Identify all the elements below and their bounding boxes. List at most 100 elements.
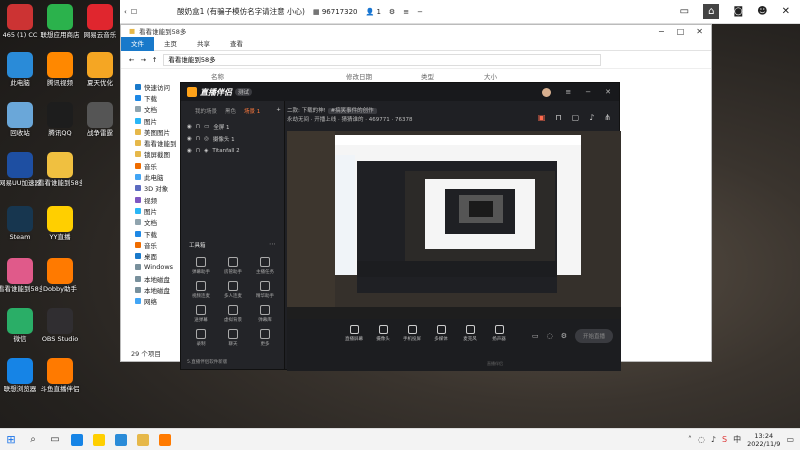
notification-icon[interactable]: ▭ [786,435,794,444]
toolbox-item[interactable]: 录制 [185,329,217,347]
window-close-icon[interactable]: ✕ [696,27,703,36]
toolbox-item[interactable]: 更多 [249,329,281,347]
screenshot-icon[interactable]: ▢ [572,113,580,122]
sidebar-item[interactable]: Windows [135,262,181,273]
address-bar[interactable]: 看看谁能到58多 [163,53,601,66]
close-icon[interactable]: ✕ [782,6,790,17]
search-icon[interactable]: ⌕ [22,429,44,450]
close-icon[interactable]: ✕ [605,88,611,97]
volume-icon[interactable]: ♪ [711,435,716,444]
eye-icon[interactable]: ◉ [187,124,192,130]
avatar[interactable] [542,87,552,97]
user-icon[interactable]: ☻ [757,6,767,17]
back-icon[interactable]: ‹ [124,8,127,16]
toolbox-item[interactable]: 视频连麦 [185,281,217,299]
nav-forward-icon[interactable]: → [140,56,145,64]
record-icon[interactable]: ▭ [532,332,539,340]
input-method-icon[interactable]: S [722,435,727,444]
start-live-button[interactable]: 开始直播 [574,329,613,343]
toolbox-item[interactable]: 主播任务 [249,257,281,275]
control-button[interactable]: 手机投屏 [401,325,423,342]
tab-view[interactable]: 查看 [220,37,253,51]
toolbox-more-icon[interactable]: ⋯ [269,240,276,248]
task-view-icon[interactable]: ▭ [44,429,66,450]
tab-file[interactable]: 文件 [121,36,154,51]
desktop-shortcut[interactable]: 465 (1) CC [0,4,42,39]
clock[interactable]: 13:24 2022/11/9 [747,432,780,448]
desktop-shortcut[interactable]: 微信 [0,308,42,343]
gift-icon[interactable]: ▣ [538,113,546,122]
list-icon[interactable]: ≡ [403,8,409,16]
settings-icon[interactable]: ⚙ [389,8,395,16]
sidebar-item[interactable]: 图片 [135,115,181,126]
control-button[interactable]: 直播屏幕 [343,325,365,342]
tab-my-scenes[interactable]: 我的场景 [195,107,217,115]
eye-icon[interactable]: ◉ [187,148,192,154]
control-button[interactable]: 麦克风 [459,325,481,342]
lock-icon[interactable]: ⊓ [196,136,200,142]
sidebar-item[interactable]: 看看谁能到 [135,137,181,148]
toolbox-item[interactable]: 聊天 [217,329,249,347]
stream-tag[interactable]: #搞笑事件的创作 [327,108,377,114]
sidebar-item[interactable]: 文档 [135,217,181,228]
sidebar-item[interactable]: 3D 对象 [135,183,181,194]
ime-icon[interactable]: 中 [733,434,741,445]
taskbar-yy[interactable] [88,429,110,450]
taskbar-app[interactable] [110,429,132,450]
start-button[interactable]: ⊞ [0,429,22,450]
toolbox-item[interactable]: 弹幕助手 [185,257,217,275]
network-icon[interactable]: ◌ [547,332,553,340]
bell-icon[interactable]: ♪ [589,113,594,122]
home-icon[interactable]: ⌂ [703,4,720,19]
sidebar-item[interactable]: 下载 [135,228,181,239]
monitor-icon[interactable]: ▭ [680,6,689,17]
desktop-shortcut[interactable]: Dobby助手 [38,258,82,293]
desktop-shortcut[interactable]: 战争雷霆 [78,102,122,137]
column-type[interactable]: 类型 [421,71,484,81]
tab-scene-1[interactable]: 场景 1 [244,107,260,115]
desktop-shortcut[interactable]: 斗鱼直播伴侣 [38,358,82,393]
desktop-shortcut[interactable]: 腾讯QQ [38,102,82,137]
tab-share[interactable]: 共享 [187,37,220,51]
share-icon[interactable]: ⋔ [604,113,611,122]
toolbox-item[interactable]: 虚拟背景 [217,305,249,323]
checkbox-icon[interactable]: ☐ [131,8,137,16]
toolbox-item[interactable]: 房管助手 [217,257,249,275]
desktop-shortcut[interactable]: 网易UU加速器 [0,152,42,187]
sidebar-item[interactable]: 本地磁盘 [135,284,181,295]
sidebar-item[interactable]: 下载 [135,92,181,103]
sidebar-item[interactable]: 图片 [135,205,181,216]
minimize-icon[interactable]: − [585,88,591,97]
sidebar-item[interactable]: 文档 [135,104,181,115]
taskbar-live[interactable] [154,429,176,450]
desktop-shortcut[interactable]: 网易云音乐 [78,4,122,39]
sidebar-item[interactable]: 音乐 [135,239,181,250]
tab-black[interactable]: 黑色 [225,107,236,115]
sidebar-item[interactable]: 网络 [135,296,181,307]
nav-back-icon[interactable]: ← [129,56,134,64]
sidebar-item[interactable]: 桌面 [135,250,181,261]
sidebar-item[interactable]: 本地磁盘 [135,273,181,284]
desktop-shortcut[interactable]: 此电脑 [0,52,42,87]
source-item[interactable]: ◉ ⊓ ▭ 全屏 1 [187,121,284,133]
control-button[interactable]: 扬声器 [488,325,510,342]
source-item[interactable]: ◉ ⊓ ◈ Titanfall 2 [187,145,284,157]
taskbar-explorer[interactable] [132,429,154,450]
desktop-shortcut[interactable]: 看看谁能到58多 [0,258,42,293]
settings-icon[interactable]: ⚙ [561,332,567,340]
network-icon[interactable]: ◌ [698,435,705,444]
desktop-shortcut[interactable]: 腾讯视频 [38,52,82,87]
desktop-shortcut[interactable]: 联想应用商店 [38,4,82,39]
column-modified[interactable]: 修改日期 [346,71,421,81]
column-size[interactable]: 大小 [484,71,497,81]
sidebar-item[interactable]: 此电脑 [135,171,181,182]
lock-icon[interactable]: ⊓ [555,113,561,122]
window-maximize-icon[interactable]: □ [677,27,685,36]
source-item[interactable]: ◉ ⊓ ◎ 摄像头 1 [187,133,284,145]
lock-icon[interactable]: ⊓ [196,124,200,130]
lock-icon[interactable]: ⊓ [196,148,200,154]
desktop-shortcut[interactable]: Steam [0,206,42,241]
gamepad-icon[interactable]: ◙ [733,6,743,17]
desktop-shortcut[interactable]: 联想浏览器 [0,358,42,393]
sidebar-item[interactable]: 音乐 [135,160,181,171]
